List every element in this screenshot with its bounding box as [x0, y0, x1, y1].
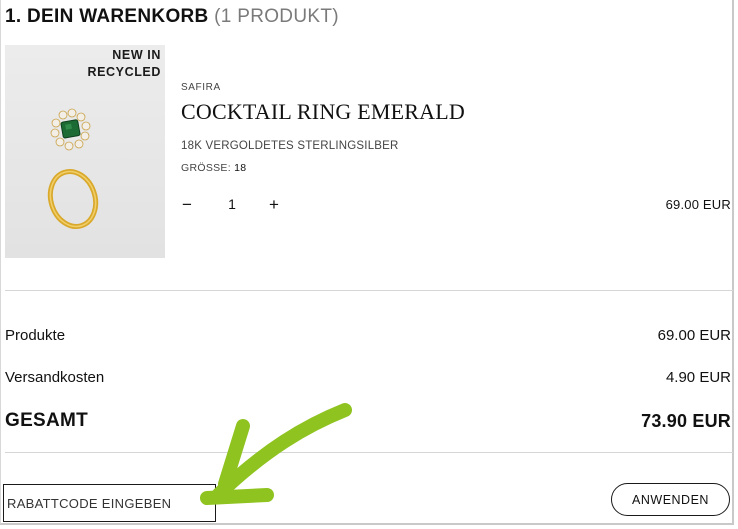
coupon-code-input[interactable] [3, 484, 216, 522]
shipping-label: Versandkosten [5, 369, 105, 386]
badge-recycled: RECYCLED [87, 65, 161, 79]
quantity-decrease-button[interactable]: − [177, 195, 197, 215]
products-value: 69.00 EUR [657, 327, 731, 344]
divider [5, 290, 733, 291]
cart-title: 1. DEIN WARENKORB (1 PRODUKT) [5, 6, 339, 28]
product-name[interactable]: COCKTAIL RING EMERALD [181, 99, 465, 125]
apply-coupon-button[interactable]: ANWENDEN [611, 483, 730, 516]
product-size: GRÖSSE: 18 [181, 162, 246, 174]
size-value: 18 [234, 162, 247, 174]
quantity-value: 1 [228, 196, 236, 212]
shipping-value: 4.90 EUR [665, 369, 731, 386]
product-brand: SAFIRA [181, 82, 221, 93]
emerald-stone [60, 119, 81, 139]
cart-title-text: 1. DEIN WARENKORB [5, 6, 209, 27]
badge-new-in: NEW IN [112, 48, 161, 62]
cart-item-count: (1 PRODUKT) [214, 6, 339, 27]
total-value: 73.90 EUR [641, 411, 731, 431]
item-price: 69.00 EUR [665, 197, 731, 212]
total-label: GESAMT [5, 410, 89, 431]
products-label: Produkte [5, 327, 66, 344]
product-image[interactable]: NEW IN RECYCLED [5, 45, 165, 258]
product-material: 18K VERGOLDETES STERLINGSILBER [181, 140, 399, 152]
size-label: GRÖSSE: [181, 162, 231, 174]
ring-photo [47, 108, 99, 229]
divider [5, 452, 733, 453]
quantity-increase-button[interactable]: + [264, 195, 284, 215]
